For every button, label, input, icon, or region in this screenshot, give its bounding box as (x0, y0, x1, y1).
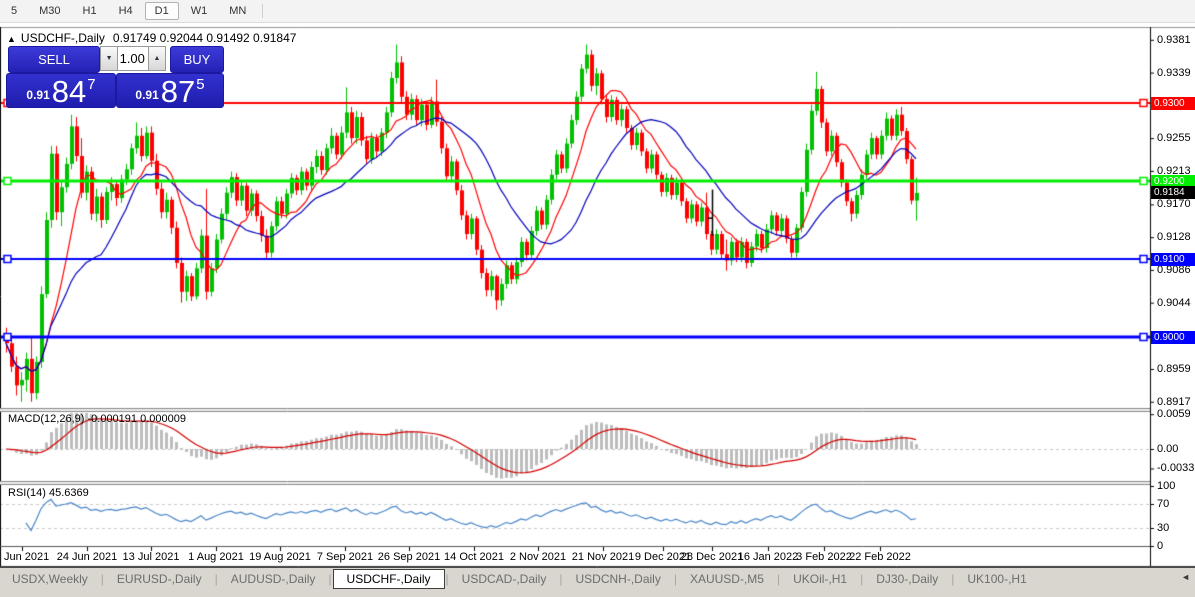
chart-tab-usdx[interactable]: USDX,Weekly (0, 570, 100, 588)
price-tick-label: 0.8917 (1157, 395, 1191, 408)
date-label: 21 Nov 2021 (571, 551, 635, 563)
date-label: 6 Jun 2021 (0, 551, 50, 563)
rsi-label: RSI(14) 45.6369 (8, 487, 89, 499)
rsi-value: 45.6369 (48, 487, 89, 499)
tab-divider: | (445, 572, 449, 586)
tab-divider: | (100, 572, 104, 586)
date-label: 3 Feb 2022 (796, 551, 852, 563)
price-tick-label: 0.9044 (1157, 296, 1191, 309)
date-label: 28 Dec 2021 (680, 551, 744, 563)
macd-name: MACD(12,26,9) (8, 413, 85, 425)
chart-tab-eurusd-[interactable]: EURUSD-,Daily (105, 570, 214, 588)
macd-values: -0.000191 0.000009 (87, 413, 186, 425)
rsi-axis-label: 70 (1157, 498, 1170, 510)
hline-price-tag: 0.9300 (1151, 96, 1195, 110)
tab-divider: | (214, 572, 218, 586)
buy-price-button[interactable]: 0.91 87 5 (116, 73, 224, 108)
date-label: 7 Sep 2021 (316, 551, 374, 563)
volume-stepper: ▼ 1.00 ▲ (100, 46, 166, 71)
tab-divider: | (951, 572, 955, 586)
date-label: 13 Jul 2021 (122, 551, 180, 563)
status-strip (0, 590, 1195, 597)
tab-divider: | (776, 572, 781, 586)
chart-tab-audusd-[interactable]: AUDUSD-,Daily (219, 570, 328, 588)
sell-price-prefix: 0.91 (26, 88, 50, 102)
price-tick-label: 0.9381 (1157, 33, 1191, 46)
date-axis[interactable]: 6 Jun 2021 24 Jun 2021 13 Jul 2021 1 Aug 20… (0, 551, 1150, 567)
hline-price-tag: 0.9000 (1151, 330, 1195, 344)
chart-tab-uk100-[interactable]: UK100-,H1 (955, 570, 1038, 588)
date-label: 24 Jun 2021 (56, 551, 118, 563)
macd-axis-label: 0.0059 (1157, 408, 1191, 421)
price-tick-label: 0.9128 (1157, 231, 1191, 244)
chart-tab-dj30-[interactable]: DJ30-,Daily (864, 570, 950, 588)
tab-divider: | (559, 572, 563, 586)
chart-tab-usdcnh-[interactable]: USDCNH-,Daily (563, 570, 672, 588)
buy-button[interactable]: BUY (170, 46, 224, 73)
price-tick-label: 0.8959 (1157, 362, 1191, 375)
chart-tab-ukoil-[interactable]: UKOil-,H1 (781, 570, 859, 588)
chart-tab-bar: USDX,Weekly | EURUSD-,Daily | AUDUSD-,Daily |… (0, 567, 1195, 590)
chart-symbol-label: USDCHF-,Daily (20, 31, 105, 45)
macd-axis-label: -0.0033 (1157, 462, 1195, 475)
date-label: 14 Oct 2021 (444, 551, 504, 563)
rsi-name: RSI(14) (8, 487, 46, 499)
macd-label: MACD(12,26,9) -0.000191 0.000009 (8, 413, 186, 425)
sell-button[interactable]: SELL (8, 46, 100, 73)
volume-field[interactable]: 1.00 (118, 46, 148, 71)
collapse-arrow-icon[interactable]: ▲ (7, 34, 16, 44)
date-label: 22 Feb 2022 (849, 551, 911, 563)
sell-price-big: 84 (51, 74, 87, 109)
rsi-axis-label: 0 (1157, 540, 1164, 552)
volume-decrease-button[interactable]: ▼ (100, 46, 119, 71)
price-tick-label: 0.9255 (1157, 132, 1191, 145)
tab-scroll-left-icon[interactable]: ◄ (1181, 572, 1190, 582)
volume-increase-button[interactable]: ▲ (147, 46, 166, 71)
chart-tab-usdchf-[interactable]: USDCHF-,Daily (332, 568, 445, 589)
rsi-axis-label: 100 (1157, 480, 1176, 492)
buy-price-prefix: 0.91 (135, 88, 159, 102)
date-label: 19 Aug 2021 (249, 551, 311, 563)
current-price-tag: 0.9184 (1151, 186, 1195, 200)
chart-title: ▲ USDCHF-,Daily 0.91749 0.92044 0.91492 0.… (7, 31, 296, 45)
chart-tab-usdcad-[interactable]: USDCAD-,Daily (450, 570, 559, 588)
date-label: 2 Nov 2021 (509, 551, 567, 563)
price-tick-label: 0.9339 (1157, 66, 1191, 79)
buy-price-big: 87 (160, 74, 196, 109)
chart-ohlc-values: 0.91749 0.92044 0.91492 0.91847 (112, 31, 297, 45)
sell-price-pip: 7 (87, 76, 96, 93)
buy-price-pip: 5 (196, 76, 205, 93)
price-tick-label: 0.9170 (1157, 198, 1191, 211)
sell-price-button[interactable]: 0.91 84 7 (6, 73, 116, 108)
mt4-window: 5M30H1H4D1W1MN ▲USDCHF-,Daily0.91749 0.9… (0, 0, 1195, 597)
tab-divider: | (328, 572, 332, 586)
macd-axis-label: 0.00 (1157, 443, 1179, 455)
rsi-axis-label: 30 (1157, 522, 1170, 534)
tab-divider: | (673, 572, 677, 586)
price-tick-label: 0.9086 (1157, 263, 1191, 276)
hline-price-tag: 0.9100 (1151, 252, 1195, 266)
chevron-up-icon: ▲ (153, 55, 161, 62)
date-label: 1 Aug 2021 (188, 551, 244, 563)
chevron-down-icon: ▼ (105, 55, 113, 62)
tab-divider: | (860, 572, 864, 586)
date-label: 16 Jan 2022 (737, 551, 799, 563)
chart-tab-xauusd-[interactable]: XAUUSD-,M5 (678, 570, 776, 588)
date-label: 26 Sep 2021 (377, 551, 441, 563)
